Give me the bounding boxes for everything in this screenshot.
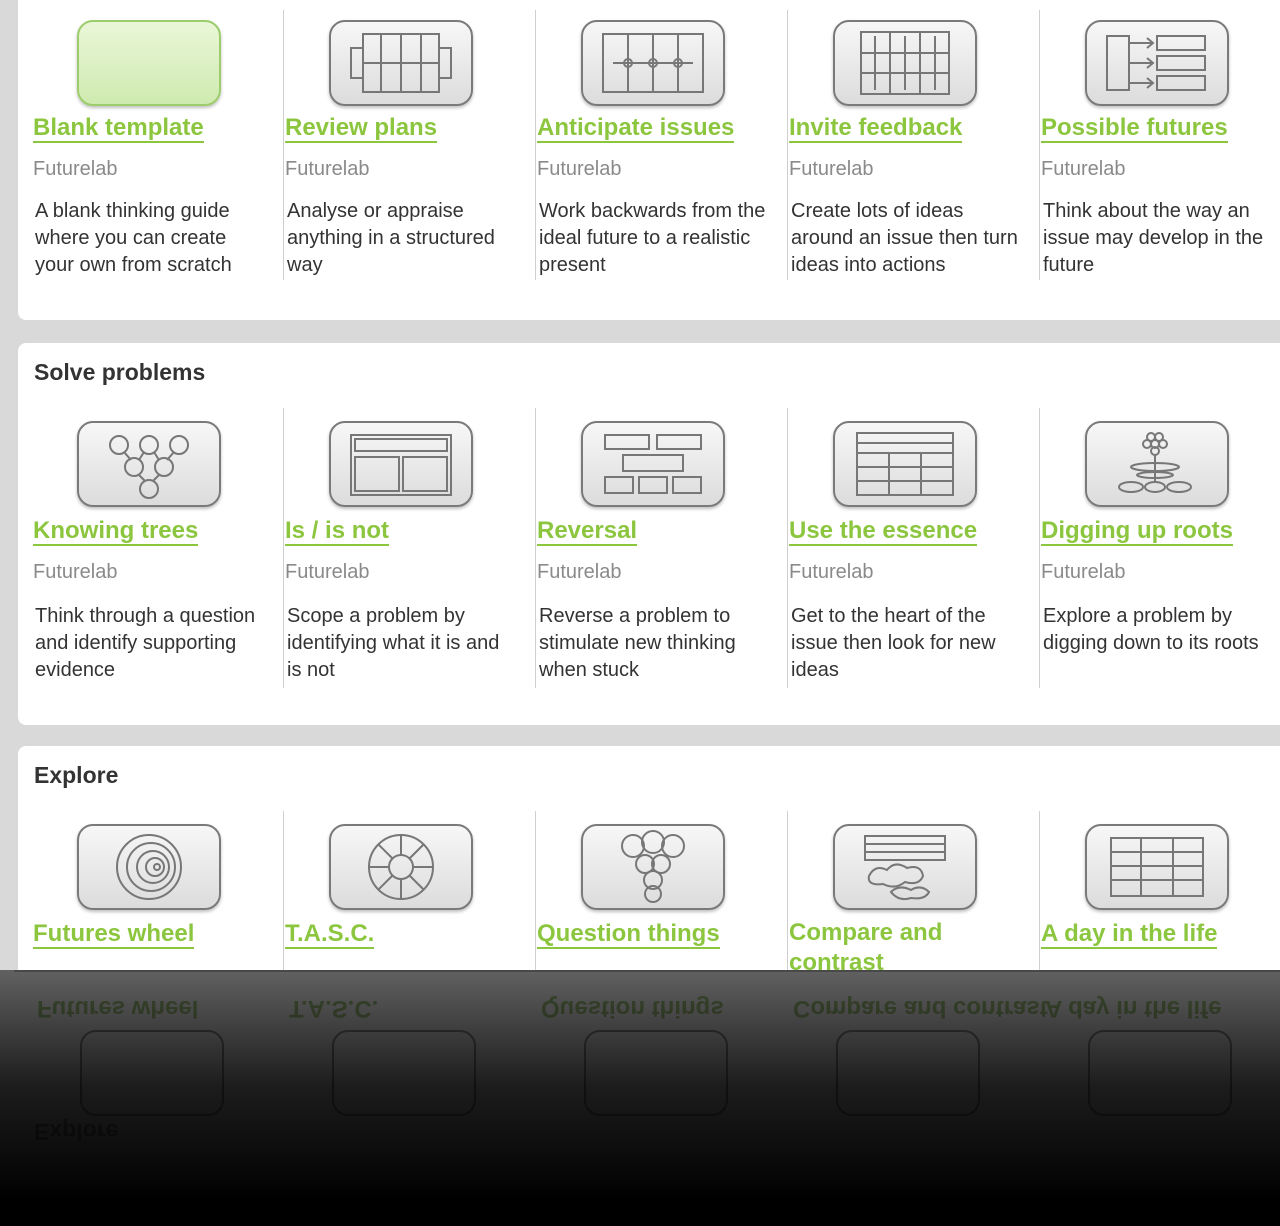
clouds-compare-icon[interactable] — [833, 824, 977, 910]
template-source: Futurelab — [789, 158, 874, 180]
concentric-circles-icon[interactable] — [77, 824, 221, 910]
table-grid-icon[interactable] — [833, 421, 977, 507]
tree-nodes-icon[interactable] — [77, 421, 221, 507]
template-description: Create lots of ideas around an issue the… — [791, 200, 1018, 276]
section-explore: Explore Futures wheel T.A.S.C. Question … — [18, 746, 1280, 970]
template-name[interactable]: Possible futures — [1041, 115, 1228, 143]
template-name[interactable]: Blank template — [33, 115, 204, 143]
section-solve-problems: Solve problems Knowing trees Futurelab T… — [18, 343, 1280, 725]
template-description: Think about the way an issue may develop… — [1043, 200, 1264, 276]
template-description: Get to the heart of the issue then look … — [791, 605, 996, 681]
template-source: Futurelab — [537, 561, 622, 583]
template-name[interactable]: Use the essence — [789, 518, 978, 546]
cross-grid-icon[interactable] — [833, 20, 977, 106]
template-description: Think through a question and identify su… — [35, 605, 256, 681]
circle-pyramid-icon[interactable] — [581, 824, 725, 910]
template-source: Futurelab — [33, 561, 118, 583]
blank-template-icon[interactable] — [77, 20, 221, 106]
split-box-icon[interactable] — [329, 421, 473, 507]
template-name[interactable]: Knowing trees — [33, 518, 199, 546]
template-description: Explore a problem by digging down to its… — [1043, 605, 1259, 654]
template-name[interactable]: Is / is not — [285, 518, 390, 546]
template-name[interactable]: Anticipate issues — [537, 115, 735, 143]
template-name[interactable]: Question things — [537, 921, 720, 949]
template-description: Analyse or appraise anything in a struct… — [287, 200, 495, 276]
template-name[interactable]: Reversal — [537, 518, 638, 546]
template-source: Futurelab — [285, 158, 370, 180]
arrow-rows-icon[interactable] — [1085, 20, 1229, 106]
template-name[interactable]: A day in the life — [1041, 921, 1218, 949]
template-name[interactable]: Compare and contrast — [789, 918, 989, 970]
wheel-segments-icon[interactable] — [329, 824, 473, 910]
flower-roots-icon[interactable] — [1085, 421, 1229, 507]
template-name[interactable]: T.A.S.C. — [285, 921, 375, 949]
section-title: Solve problems — [34, 359, 206, 385]
template-source: Futurelab — [789, 561, 874, 583]
template-description: Reverse a problem to stimulate new think… — [539, 605, 736, 681]
timetable-grid-icon[interactable] — [1085, 824, 1229, 910]
brick-blocks-icon[interactable] — [581, 421, 725, 507]
template-source: Futurelab — [1041, 561, 1126, 583]
template-name[interactable]: Futures wheel — [33, 921, 195, 949]
template-name[interactable]: Digging up roots — [1041, 518, 1233, 546]
template-name[interactable]: Review plans — [285, 115, 438, 143]
section-create: Blank template Futurelab A blank thinkin… — [18, 0, 1280, 320]
template-source: Futurelab — [33, 158, 118, 180]
template-description: A blank thinking guide where you can cre… — [35, 200, 232, 276]
template-name[interactable]: Invite feedback — [789, 115, 963, 143]
section-title: Explore — [34, 762, 119, 788]
grid-plan-icon[interactable] — [329, 20, 473, 106]
template-description: Work backwards from the ideal future to … — [539, 200, 766, 276]
template-source: Futurelab — [537, 158, 622, 180]
mirror-reflection: Futures wheel T.A.S.C. Question things C… — [0, 970, 1280, 1226]
template-gallery: Blank template Futurelab A blank thinkin… — [0, 0, 1280, 970]
template-description: Scope a problem by identifying what it i… — [287, 605, 500, 681]
template-source: Futurelab — [285, 561, 370, 583]
column-links-icon[interactable] — [581, 20, 725, 106]
template-source: Futurelab — [1041, 158, 1126, 180]
